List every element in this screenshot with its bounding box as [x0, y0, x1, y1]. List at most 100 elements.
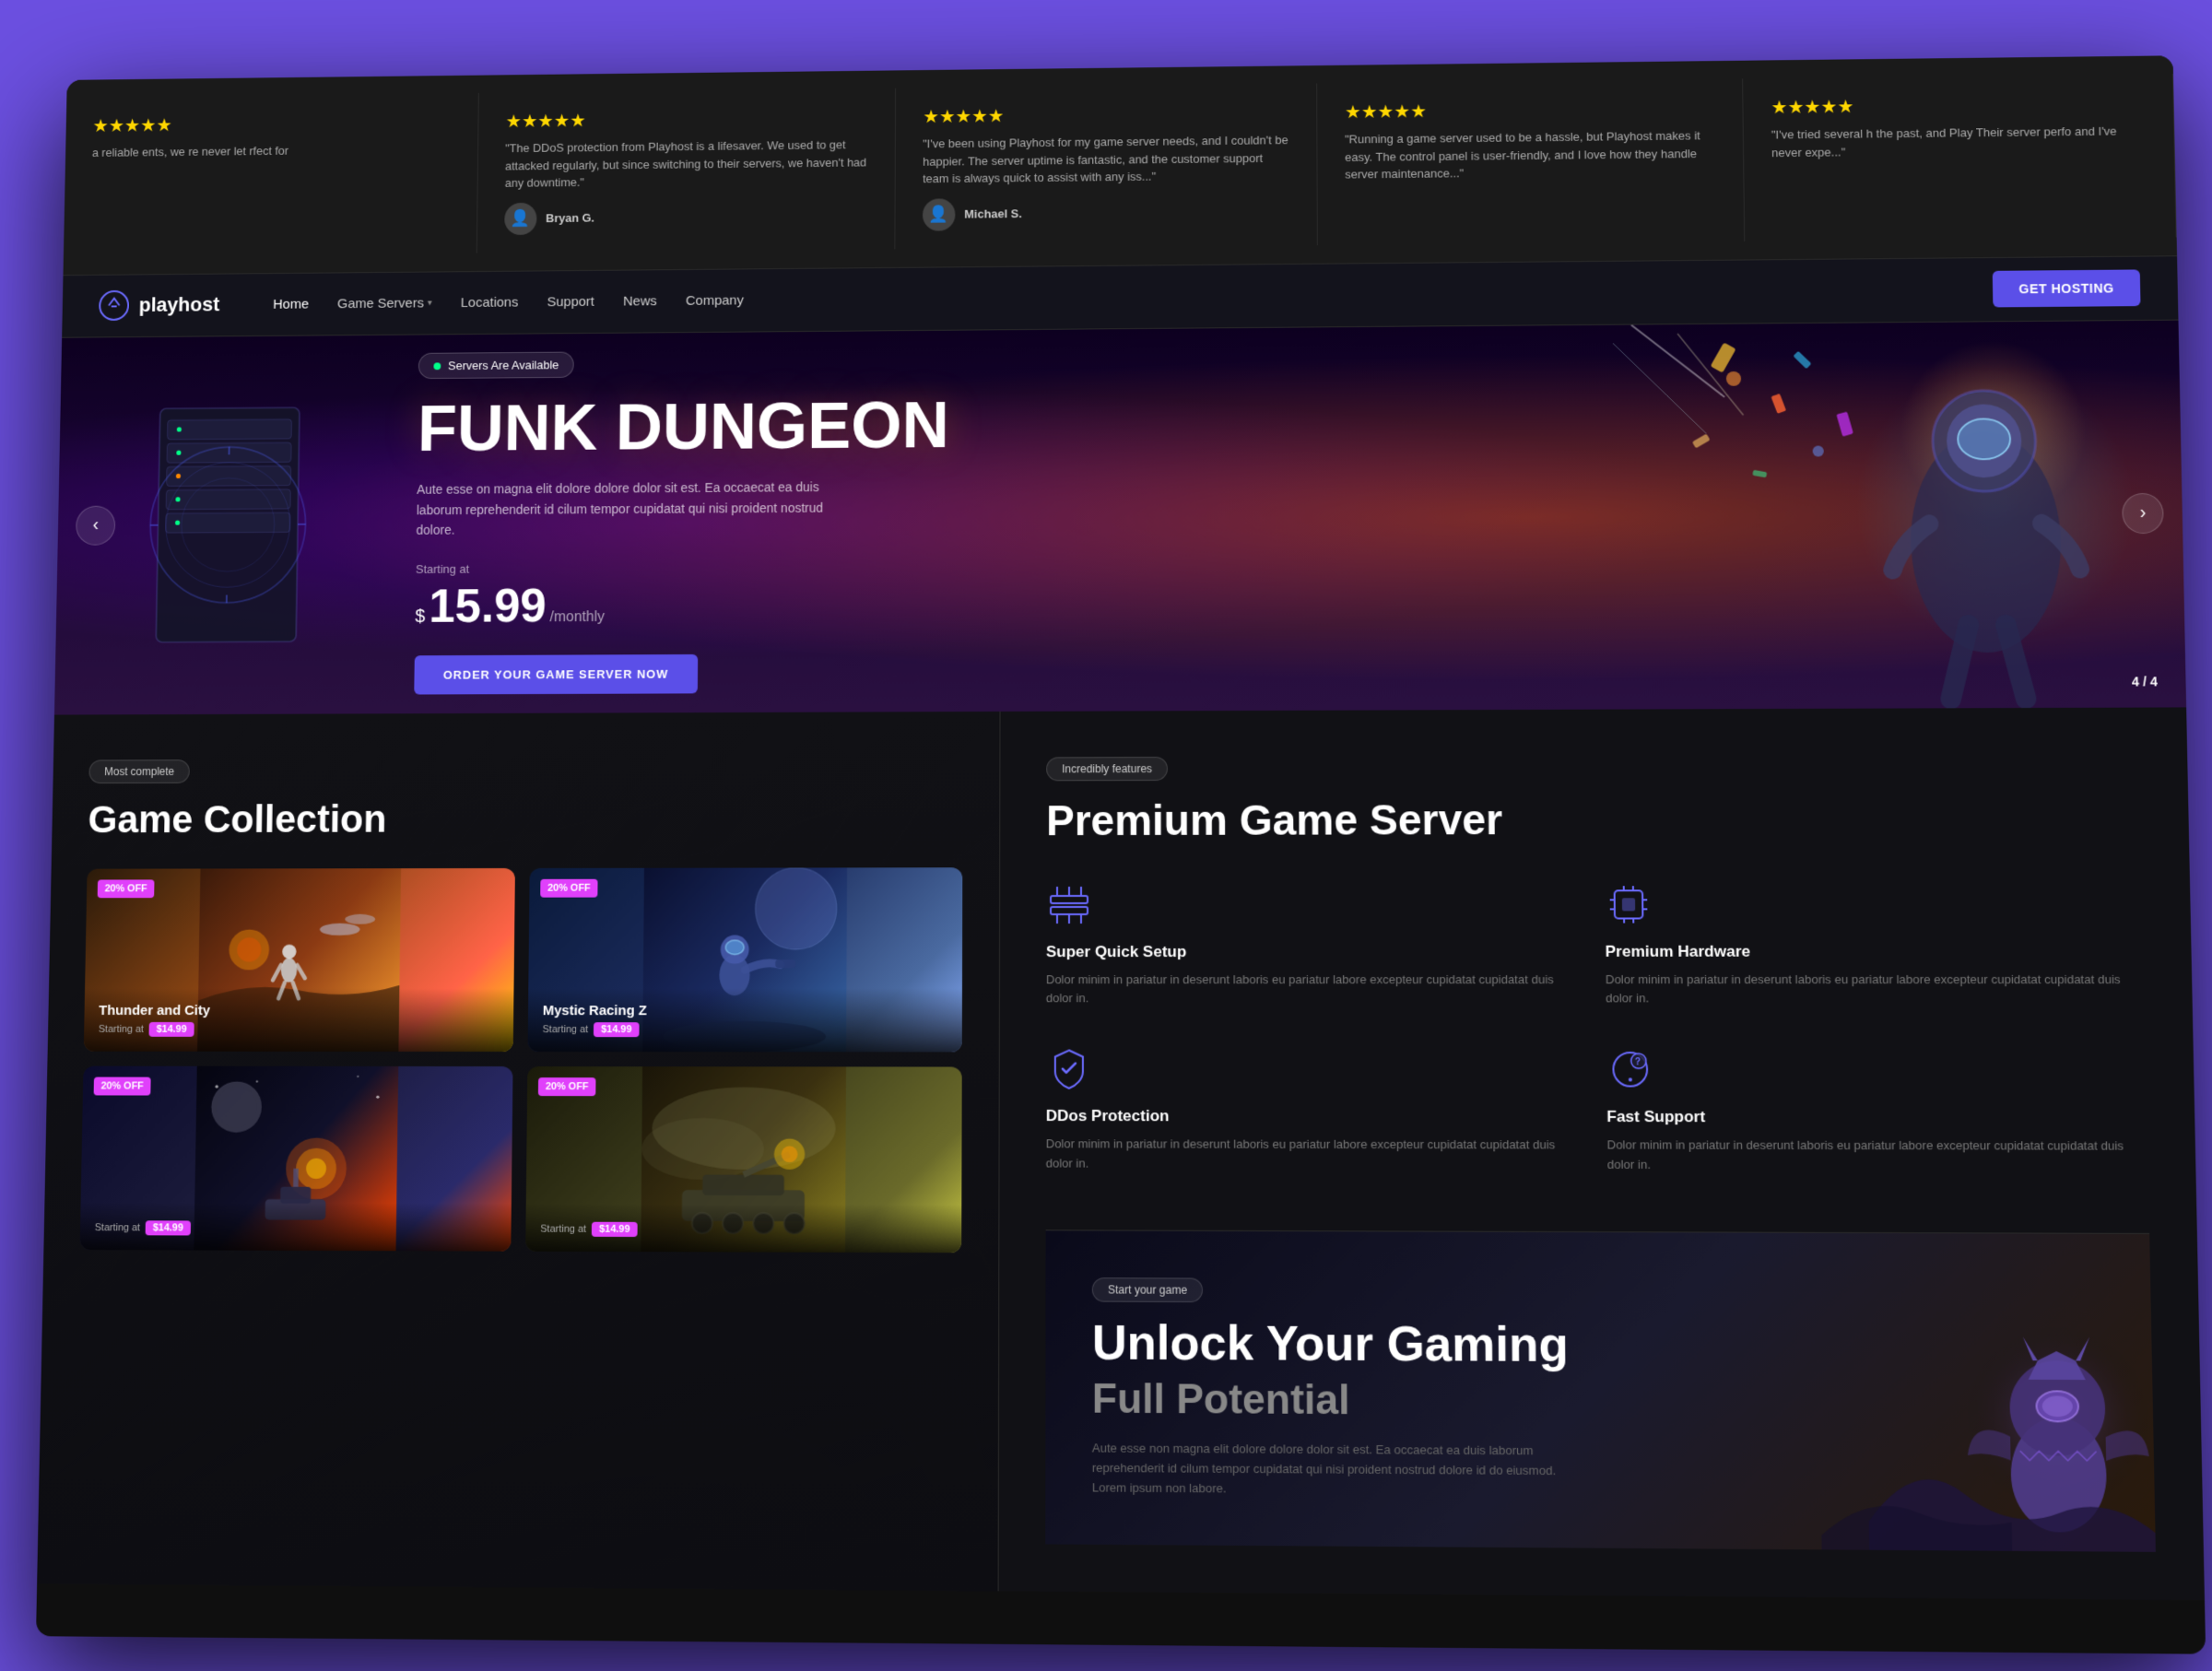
- review-card: ★★★★★ "I've been using Playhost for my g…: [895, 84, 1317, 249]
- game-card-thunder-city[interactable]: 20% OFF Thunder and City Starting at $14…: [84, 867, 515, 1051]
- game-price: $14.99: [146, 1220, 191, 1235]
- game-title: Thunder and City: [99, 1003, 499, 1018]
- review-card: ★★★★★ a reliable ents, we re never let r…: [64, 93, 479, 257]
- feature-desc: Dolor minim in pariatur in deserunt labo…: [1046, 1135, 1580, 1174]
- hardware-icon: [1605, 881, 1652, 927]
- main-content: Scroll to top Most complete Game Collect…: [37, 707, 2205, 1601]
- price-amount: 15.99: [429, 579, 547, 634]
- feature-title: Fast Support: [1606, 1108, 2147, 1127]
- feature-title: Premium Hardware: [1606, 942, 2145, 961]
- price-row: Starting at $14.99: [95, 1220, 497, 1236]
- game-collection: Scroll to top Most complete Game Collect…: [37, 711, 999, 1591]
- premium-badge: Incredibly features: [1046, 757, 1168, 781]
- starting-at: Starting at: [99, 1023, 144, 1034]
- starting-at: Starting at: [543, 1024, 589, 1035]
- server-status-badge: Servers Are Available: [418, 352, 574, 380]
- nav-link-game-servers[interactable]: Game Servers ▾: [337, 295, 432, 311]
- price-row: Starting at $14.99: [540, 1221, 947, 1237]
- review-text: "I've tried several h the past, and Play…: [1771, 122, 2147, 161]
- feature-setup: Super Quick Setup Dolor minim in pariatu…: [1046, 881, 1578, 1009]
- slide-counter: 4 / 4: [2132, 674, 2158, 688]
- review-text: "I've been using Playhost for my game se…: [923, 131, 1289, 187]
- star-rating: ★★★★★: [92, 112, 451, 137]
- price-period: /monthly: [549, 609, 605, 626]
- game-price: $14.99: [594, 1022, 639, 1037]
- order-button[interactable]: ORDER YOUR GAME SERVER NOW: [414, 654, 698, 695]
- discount-badge: 20% OFF: [538, 1077, 596, 1096]
- unlock-badge: Start your game: [1092, 1277, 1203, 1302]
- avatar: 👤: [504, 202, 536, 234]
- price-dollar: $: [415, 606, 425, 628]
- games-grid: 20% OFF Thunder and City Starting at $14…: [80, 867, 963, 1253]
- game-price: $14.99: [149, 1021, 194, 1036]
- review-card: ★★★★★ "I've tried several h the past, an…: [1743, 74, 2177, 241]
- logo-icon: [98, 289, 130, 322]
- reviewer-name: Michael S.: [964, 206, 1022, 220]
- unlock-title: Unlock Your Gaming Full Potential: [1092, 1316, 2106, 1430]
- status-dot: [433, 362, 441, 370]
- unlock-content: Start your game Unlock Your Gaming Full …: [1092, 1277, 2107, 1504]
- game-collection-title: Game Collection: [88, 795, 962, 841]
- game-card-mystic-racing[interactable]: 20% OFF Mystic Racing Z Starting at $14.…: [528, 867, 963, 1052]
- feature-support: ? Fast Support Dolor minim in pariatur i…: [1606, 1046, 2148, 1176]
- nav-link-locations[interactable]: Locations: [461, 294, 519, 310]
- setup-icon: [1046, 881, 1092, 927]
- feature-hardware: Premium Hardware Dolor minim in pariatur…: [1605, 880, 2145, 1009]
- total-slides: 4: [2150, 674, 2158, 688]
- review-text: "Running a game server used to be a hass…: [1345, 126, 1715, 182]
- hero-content: Servers Are Available FUNK DUNGEON Aute …: [341, 320, 1022, 714]
- avatar: 👤: [923, 198, 956, 230]
- price-section: Starting at $ 15.99 /monthly: [415, 559, 948, 634]
- review-card: ★★★★★ "The DDoS protection from Playhost…: [477, 88, 896, 253]
- review-text: "The DDoS protection from Playhost is a …: [505, 135, 868, 192]
- game-card-info: Thunder and City Starting at $14.99: [84, 988, 514, 1052]
- reviewer-name: Bryan G.: [546, 211, 594, 225]
- logo[interactable]: playhost: [98, 288, 219, 322]
- main-wrapper: ★★★★★ a reliable ents, we re never let r…: [36, 55, 2206, 1653]
- discount-badge: 20% OFF: [98, 879, 155, 898]
- premium-section: Incredibly features Premium Game Server: [998, 707, 2205, 1601]
- starting-at: Starting at: [95, 1222, 140, 1233]
- star-rating: ★★★★★: [923, 101, 1288, 128]
- game-card-info: Mystic Racing Z Starting at $14.99: [528, 988, 962, 1052]
- price-row: Starting at $14.99: [543, 1022, 947, 1037]
- star-rating: ★★★★★: [1345, 97, 1715, 124]
- unlock-section: Start your game Unlock Your Gaming Full …: [1045, 1230, 2156, 1552]
- reviewer: 👤 Michael S.: [923, 194, 1289, 230]
- game-card-4[interactable]: 20% OFF Starting at $14.99: [525, 1066, 962, 1253]
- logo-text: playhost: [139, 293, 220, 317]
- price-display: $ 15.99 /monthly: [415, 576, 948, 633]
- hero-description: Aute esse on magna elit dolore dolore do…: [416, 477, 851, 541]
- hero-next-button[interactable]: ›: [2122, 492, 2164, 533]
- star-rating: ★★★★★: [1771, 92, 2145, 119]
- starting-at-label: Starting at: [416, 559, 948, 576]
- starting-at: Starting at: [540, 1223, 586, 1234]
- review-card: ★★★★★ "Running a game server used to be …: [1317, 78, 1745, 244]
- feature-title: Super Quick Setup: [1046, 942, 1577, 960]
- premium-title: Premium Game Server: [1046, 793, 2142, 845]
- star-rating: ★★★★★: [505, 106, 867, 132]
- review-text: a reliable ents, we re never let rfect f…: [92, 140, 451, 161]
- reviewer: 👤 Bryan G.: [504, 199, 867, 235]
- hero-graphic: [1000, 320, 2187, 711]
- feature-ddos: DDos Protection Dolor minim in pariatur …: [1046, 1046, 1580, 1175]
- nav-link-news[interactable]: News: [623, 293, 657, 309]
- feature-desc: Dolor minim in pariatur in deserunt labo…: [1607, 1136, 2148, 1176]
- nav-link-support[interactable]: Support: [547, 294, 594, 310]
- feature-desc: Dolor minim in pariatur in deserunt labo…: [1606, 970, 2146, 1008]
- hero-title: FUNK DUNGEON: [418, 394, 949, 462]
- nav-links: Home Game Servers ▾ Locations Support Ne…: [273, 281, 1993, 312]
- feature-desc: Dolor minim in pariatur in deserunt labo…: [1046, 971, 1578, 1009]
- game-card-3[interactable]: 20% OFF Starting at $14.99: [80, 1065, 513, 1251]
- features-grid: Super Quick Setup Dolor minim in pariatu…: [1046, 880, 2148, 1176]
- price-row: Starting at $14.99: [99, 1021, 500, 1036]
- current-slide: 4: [2132, 674, 2139, 688]
- nav-link-company[interactable]: Company: [686, 292, 744, 308]
- nav-cta-button[interactable]: GET HOSTING: [1993, 269, 2141, 307]
- game-collection-badge: Most complete: [88, 759, 190, 783]
- nav-link-home[interactable]: Home: [273, 296, 309, 312]
- game-price: $14.99: [592, 1221, 638, 1236]
- hero-section: Servers Are Available FUNK DUNGEON Aute …: [54, 320, 2186, 714]
- discount-badge: 20% OFF: [540, 878, 597, 897]
- shield-icon: [1046, 1046, 1092, 1092]
